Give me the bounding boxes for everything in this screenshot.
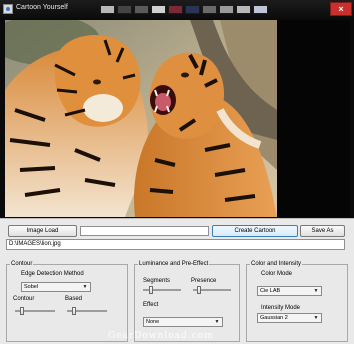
contour-slider[interactable]	[15, 307, 55, 315]
color-swatch[interactable]	[168, 5, 183, 14]
tiger-photo-image	[5, 20, 277, 217]
intensity-mode-label: Intensity Mode	[261, 305, 301, 311]
chevron-down-icon: ▼	[313, 288, 319, 294]
color-intensity-group: Color and Intensity Color Mode Cie LAB ▼…	[246, 261, 348, 342]
presence-slider-thumb[interactable]	[197, 286, 201, 294]
chevron-down-icon: ▼	[313, 315, 319, 321]
chevron-down-icon: ▼	[214, 319, 220, 325]
window-title: Cartoon Yourself	[16, 4, 68, 11]
edge-method-value: Sobel	[24, 284, 39, 290]
image-load-button[interactable]: Image Load	[8, 225, 77, 237]
color-mode-select[interactable]: Cie LAB ▼	[257, 286, 322, 296]
effect-label: Effect	[143, 302, 159, 308]
contour-group-legend: Contour	[10, 261, 34, 268]
color-swatch[interactable]	[219, 5, 234, 14]
color-swatch[interactable]	[117, 5, 132, 14]
segments-label: Segments	[143, 278, 171, 284]
effect-value: None	[146, 319, 160, 325]
contour-label: Contour	[13, 296, 35, 302]
color-swatch[interactable]	[185, 5, 200, 14]
presence-slider[interactable]	[193, 286, 231, 294]
color-swatch[interactable]	[134, 5, 149, 14]
chevron-down-icon: ▼	[82, 284, 88, 290]
luminance-group-legend: Luminance and Pre-Effect	[138, 261, 210, 268]
intensity-mode-select[interactable]: Gaussian 2 ▼	[257, 313, 322, 323]
intensity-mode-value: Gaussian 2	[260, 315, 288, 321]
title-bar[interactable]: Cartoon Yourself ×	[0, 0, 354, 18]
edge-method-label: Edge Detection Method	[21, 271, 84, 277]
segments-slider-thumb[interactable]	[149, 286, 153, 294]
color-swatch[interactable]	[100, 5, 115, 14]
color-group-legend: Color and Intensity	[250, 261, 303, 268]
create-cartoon-button[interactable]: Create Cartoon	[212, 225, 298, 237]
control-panel: Image Load Create Cartoon Save As D:\IMA…	[0, 218, 354, 344]
watermark-text: GearDownload.com	[108, 331, 214, 341]
close-button[interactable]: ×	[330, 2, 352, 16]
app-icon	[3, 4, 13, 14]
color-swatch[interactable]	[202, 5, 217, 14]
image-preview-area	[5, 20, 350, 217]
segments-slider[interactable]	[143, 286, 181, 294]
color-swatch[interactable]	[151, 5, 166, 14]
image-path-field[interactable]: D:\IMAGES\lion.jpg	[6, 239, 345, 250]
color-swatch[interactable]	[236, 5, 251, 14]
save-as-button[interactable]: Save As	[300, 225, 345, 237]
edge-method-select[interactable]: Sobel ▼	[21, 282, 91, 292]
presence-label: Presence	[191, 278, 217, 284]
based-label: Based	[65, 296, 83, 302]
color-swatch[interactable]	[253, 5, 268, 14]
effect-select[interactable]: None ▼	[143, 317, 223, 327]
based-slider-thumb[interactable]	[72, 307, 76, 315]
progress-bar	[80, 226, 209, 236]
contour-slider-thumb[interactable]	[20, 307, 24, 315]
based-slider[interactable]	[67, 307, 107, 315]
color-mode-value: Cie LAB	[260, 288, 281, 294]
color-mode-label: Color Mode	[261, 271, 293, 277]
